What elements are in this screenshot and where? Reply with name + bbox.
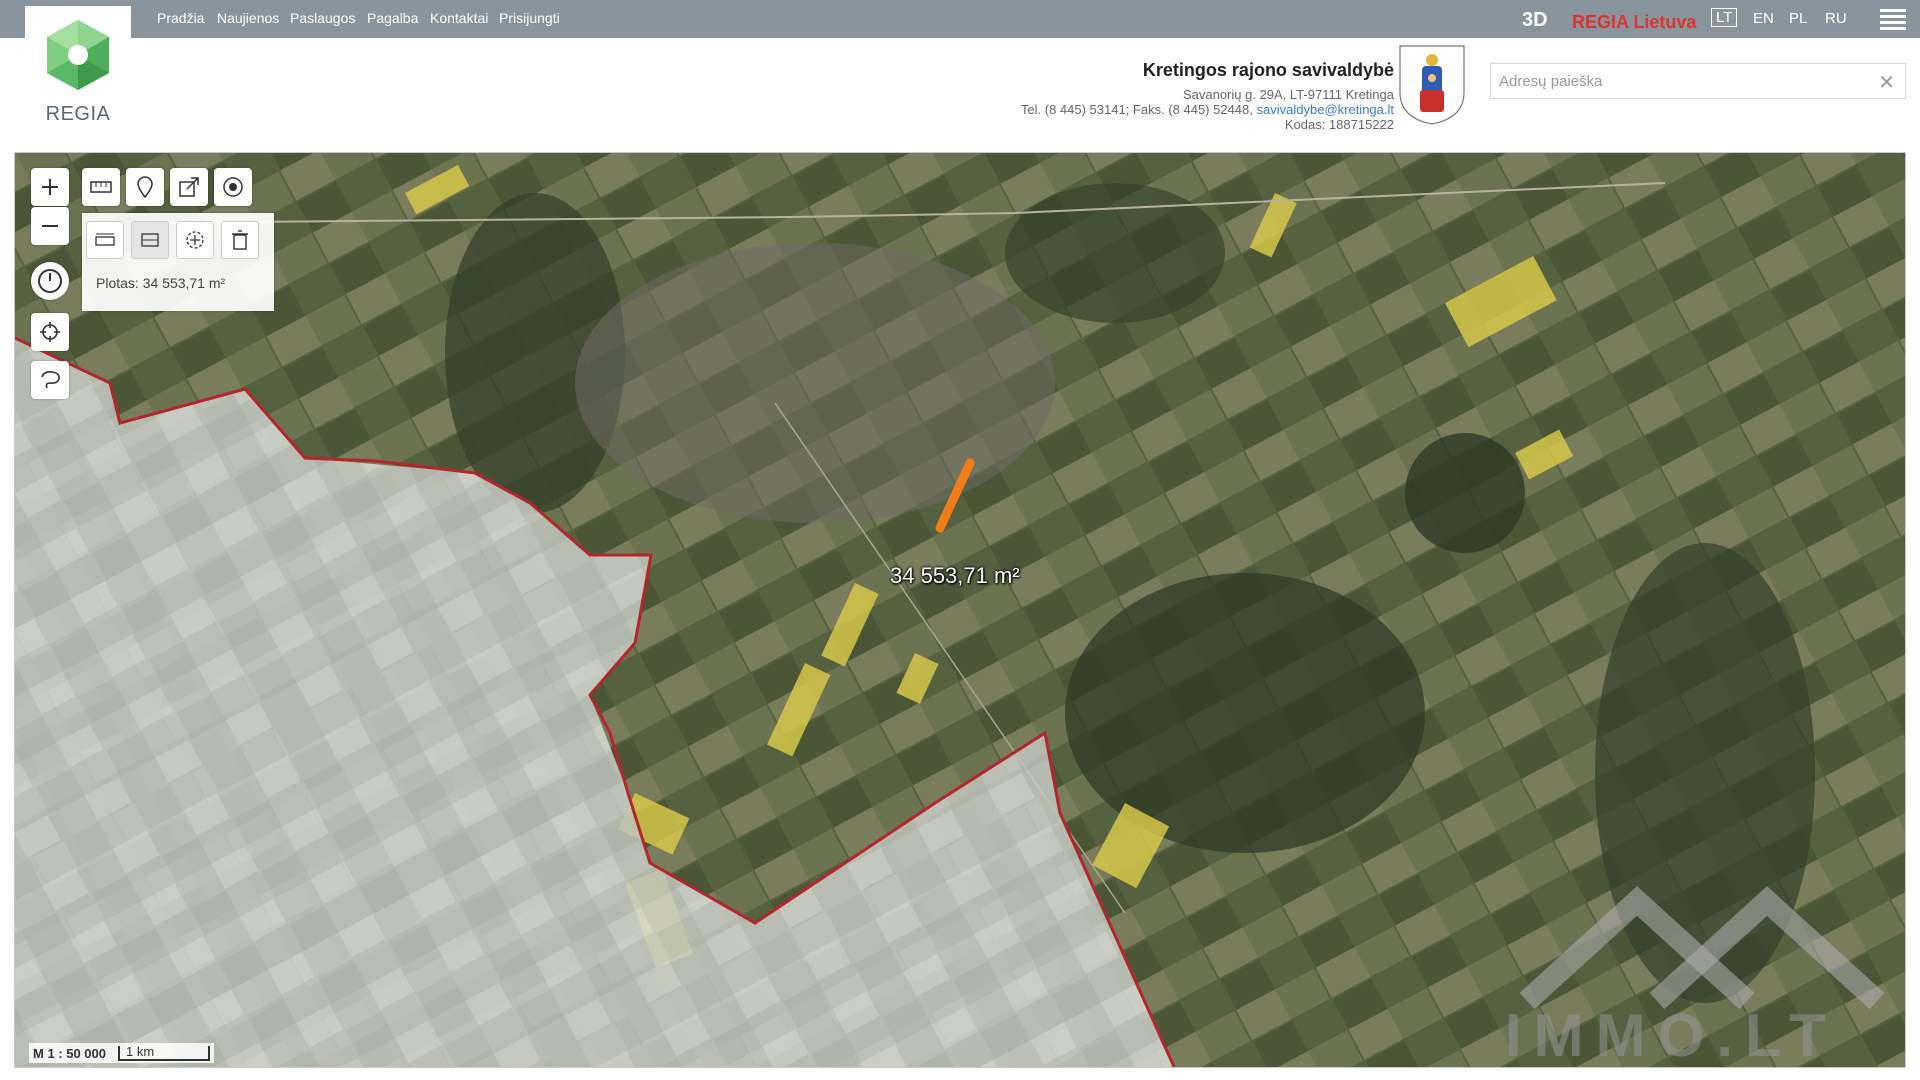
logo-text: REGIA (45, 103, 111, 125)
delete-button[interactable] (221, 221, 259, 259)
pan-select-icon (186, 231, 204, 249)
measured-area-label: 34 553,71 m² (890, 563, 1020, 588)
measure-result-text: Plotas: 34 553,71 m² (96, 275, 226, 291)
language-en[interactable]: EN (1753, 10, 1774, 27)
municipality-name: Kretingos rajono savivaldybė (1142, 60, 1394, 80)
regia-lietuva-link[interactable]: REGIA Lietuva (1572, 12, 1696, 33)
nav-link-login[interactable]: Prisijungti (499, 10, 560, 26)
ruler-icon (90, 181, 112, 193)
clock-icon (38, 269, 62, 293)
3d-view-button[interactable]: 3D (1522, 9, 1548, 32)
share-button[interactable] (170, 168, 208, 206)
hamburger-icon[interactable] (1880, 9, 1906, 30)
nav-link-help[interactable]: Pagalba (367, 10, 418, 26)
municipality-contacts: Tel. (8 445) 53141; Faks. (8 445) 52448,… (1021, 102, 1394, 117)
nav-link-contacts[interactable]: Kontaktai (430, 10, 488, 26)
measure-area-icon (141, 233, 159, 247)
measurement-panel: Plotas: 34 553,71 m² (82, 213, 274, 311)
address-search-input[interactable] (1497, 64, 1861, 98)
plus-icon (42, 179, 58, 195)
municipality-phones: Tel. (8 445) 53141; Faks. (8 445) 52448, (1020, 102, 1253, 117)
lasso-icon (41, 371, 60, 389)
nav-link-news[interactable]: Naujienos (217, 10, 279, 26)
municipality-email-link[interactable]: savivaldybe@kretinga.lt (1257, 102, 1394, 117)
marker-button[interactable] (126, 168, 164, 206)
municipality-address: Savanorių g. 29A, LT-97111 Kretinga (1182, 87, 1394, 102)
map-canvas[interactable]: 34 553,71 m² Plotas: 34 553,71 m² M 1: … (14, 152, 1906, 1068)
coat-of-arms-icon (1399, 45, 1465, 125)
language-lt[interactable]: LT (1711, 8, 1738, 27)
share-icon (179, 177, 199, 197)
zoom-out-button[interactable] (31, 207, 69, 245)
scale-distance: 1 km (126, 1043, 155, 1059)
zoom-in-button[interactable] (31, 168, 69, 206)
regia-logo[interactable]: REGIA (25, 6, 131, 134)
history-button[interactable] (31, 262, 69, 300)
nav-link-services[interactable]: Paslaugos (290, 10, 355, 26)
nav-link-home[interactable]: Pradžia (157, 10, 204, 26)
watermark-text: IMMO.LT (1505, 1002, 1838, 1068)
measure-area-button[interactable] (131, 221, 169, 259)
regia-logo-icon (47, 20, 109, 90)
ruler-button[interactable] (82, 168, 120, 206)
pan-select-button[interactable] (176, 221, 214, 259)
trash-icon (232, 230, 248, 250)
radio-target-button[interactable] (214, 168, 252, 206)
scale-line: 1 km (118, 1043, 210, 1061)
scale-bar: M 1 : 50 000 1 km (29, 1043, 214, 1063)
measure-distance-button[interactable] (86, 221, 124, 259)
close-icon[interactable]: ✕ (1878, 70, 1895, 94)
scale-ratio: M 1 : 50 000 (33, 1045, 106, 1061)
municipality-code: Kodas: 188715222 (1284, 117, 1394, 132)
top-navigation-bar: Pradžia Naujienos Paslaugos Pagalba Kont… (0, 0, 1920, 38)
minus-icon (42, 225, 58, 227)
locate-button[interactable] (31, 313, 69, 351)
measure-distance-icon (95, 233, 115, 246)
language-ru[interactable]: RU (1825, 10, 1847, 27)
address-search[interactable]: ✕ (1490, 63, 1906, 99)
crosshair-icon (40, 322, 60, 342)
radio-target-icon (223, 177, 243, 197)
language-pl[interactable]: PL (1789, 10, 1807, 27)
lasso-button[interactable] (31, 361, 69, 399)
map-marker-icon (137, 176, 153, 198)
